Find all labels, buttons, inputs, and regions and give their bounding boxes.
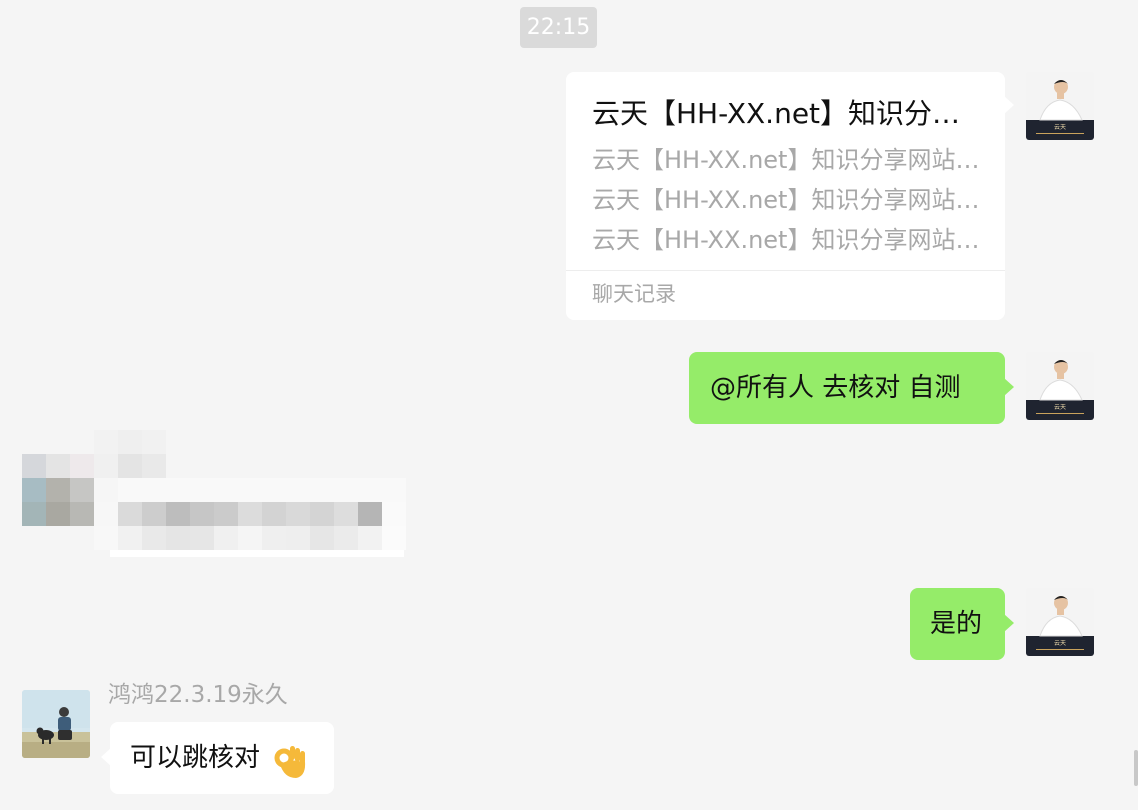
- mosaic-pixel: [142, 454, 166, 478]
- sent-message-bubble[interactable]: @所有人 去核对 自测: [689, 352, 1014, 424]
- mosaic-pixel: [262, 502, 286, 526]
- mosaic-pixel: [214, 502, 238, 526]
- mosaic-pixel: [118, 430, 142, 454]
- received-message-bubble[interactable]: 可以跳核对: [101, 722, 334, 794]
- chat-record-line: 云天【HH-XX.net】知识分享网站：专注分享优质资源: [592, 186, 992, 214]
- message-text: @所有人 去核对 自测: [710, 373, 961, 403]
- merged-chat-record-card[interactable]: 云天【HH-XX.net】知识分享网站：专注分享优质资源 云天【HH-XX.ne…: [566, 72, 1014, 320]
- mosaic-pixel: [358, 502, 382, 526]
- mosaic-pixel: [358, 526, 382, 550]
- mosaic-pixel: [286, 526, 310, 550]
- message-timestamp: 22:15: [520, 7, 597, 48]
- mosaic-pixel: [46, 478, 70, 502]
- chat-record-title: 云天【HH-XX.net】知识分享网站：专注分享优质资源: [592, 97, 982, 130]
- self-avatar[interactable]: 云天: [1026, 72, 1094, 140]
- message-text: 是的: [930, 609, 983, 639]
- mosaic-pixel: [22, 478, 46, 502]
- mosaic-pixel: [142, 430, 166, 454]
- mosaic-pixel: [94, 430, 118, 454]
- card-divider: [566, 270, 1005, 271]
- mosaic-pixel: [46, 502, 70, 526]
- mosaic-pixel: [310, 502, 334, 526]
- mosaic-pixel: [382, 526, 406, 550]
- mosaic-pixel: [190, 526, 214, 550]
- ok-hand-emoji-icon: [270, 738, 310, 778]
- mosaic-pixel: [190, 502, 214, 526]
- mosaic-pixel: [94, 526, 118, 550]
- chat-record-line: 云天【HH-XX.net】知识分享网站：专注分享优质资源: [592, 226, 992, 254]
- chat-record-footer-label: 聊天记录: [592, 282, 676, 306]
- self-avatar[interactable]: 云天: [1026, 588, 1094, 656]
- mosaic-pixel: [94, 454, 118, 478]
- mosaic-pixel: [286, 502, 310, 526]
- mosaic-pixel: [238, 526, 262, 550]
- sender-name: 鸿鸿22.3.19永久: [108, 682, 288, 708]
- mosaic-pixel: [214, 526, 238, 550]
- mosaic-pixel: [70, 478, 94, 502]
- svg-text:云天: 云天: [1054, 640, 1066, 647]
- mosaic-pixel: [382, 502, 406, 526]
- mosaic-pixel: [166, 526, 190, 550]
- mosaic-pixel: [118, 526, 142, 550]
- mosaic-pixel: [334, 502, 358, 526]
- mosaic-pixel: [142, 502, 166, 526]
- mosaic-pixel: [22, 454, 46, 478]
- mosaic-pixel: [70, 454, 94, 478]
- mosaic-pixel: [46, 454, 70, 478]
- mosaic-pixel: [334, 526, 358, 550]
- mosaic-pixel: [262, 526, 286, 550]
- svg-text:云天: 云天: [1054, 404, 1066, 411]
- mosaic-pixel: [94, 502, 118, 526]
- mosaic-pixel: [118, 454, 142, 478]
- self-avatar[interactable]: 云天: [1026, 352, 1094, 420]
- message-text: 可以跳核对: [130, 743, 261, 773]
- mosaic-pixel: [22, 502, 46, 526]
- mosaic-pixel: [142, 526, 166, 550]
- mosaic-pixel: [70, 502, 94, 526]
- sent-message-bubble[interactable]: 是的: [910, 588, 1014, 660]
- mosaic-pixel: [238, 502, 262, 526]
- mosaic-pixel: [310, 526, 334, 550]
- chat-record-line: 云天【HH-XX.net】知识分享网站：专注分享优质资源: [592, 146, 992, 174]
- scrollbar-thumb[interactable]: [1134, 750, 1138, 786]
- mosaic-pixel: [118, 502, 142, 526]
- other-user-avatar[interactable]: [22, 690, 90, 758]
- mosaic-pixel: [118, 478, 406, 502]
- mosaic-pixel: [94, 478, 118, 502]
- svg-text:云天: 云天: [1054, 124, 1066, 131]
- mosaic-pixel: [166, 502, 190, 526]
- mosaic-pixel: [110, 550, 404, 557]
